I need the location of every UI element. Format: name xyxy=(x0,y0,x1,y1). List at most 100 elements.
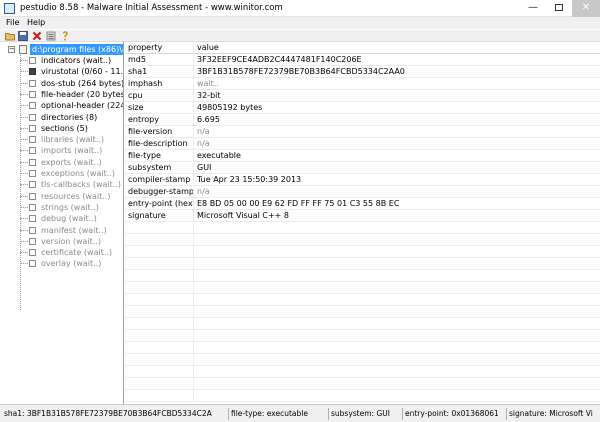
menu-file[interactable]: File xyxy=(6,18,19,27)
grid-row[interactable]: entry-point (hex) E8 BD 05 00 00 E9 62 FD… xyxy=(125,198,600,210)
property-grid[interactable]: property value md5 3F32EEF9CE4ADB2C444748… xyxy=(125,42,600,404)
menu-help[interactable]: Help xyxy=(27,18,45,27)
empty-row xyxy=(125,246,600,258)
tree-item-label[interactable]: optional-header (224 by xyxy=(41,100,123,111)
tree-item-label[interactable]: version (wait..) xyxy=(41,236,101,247)
tree-item-label[interactable]: debug (wait..) xyxy=(41,213,97,224)
empty-row xyxy=(125,366,600,378)
tree-item-label[interactable]: certificate (wait..) xyxy=(41,247,112,258)
grid-row[interactable]: entropy 6.695 xyxy=(125,114,600,126)
property-cell: file-description xyxy=(125,138,194,150)
tree-connector xyxy=(20,139,28,141)
tree-item-label[interactable]: resources (wait..) xyxy=(41,191,110,202)
property-cell xyxy=(125,246,194,258)
tree-item-label[interactable]: file-header (20 bytes) xyxy=(41,89,123,100)
property-cell xyxy=(125,234,194,246)
tree-root-label[interactable]: d:\program files (x86)\ado xyxy=(30,44,123,55)
tree-connector xyxy=(20,150,28,152)
tree-item-label[interactable]: dos-stub (264 bytes) xyxy=(41,78,123,89)
certificate-icon xyxy=(29,249,36,257)
column-header-property[interactable]: property xyxy=(125,42,194,54)
tree-connector xyxy=(20,116,28,118)
grid-row[interactable]: signature Microsoft Visual C++ 8 xyxy=(125,210,600,222)
tree-item-label[interactable]: virustotal (0/60 - 11.04.2 xyxy=(41,66,123,77)
tree-item-label[interactable]: libraries (wait..) xyxy=(41,134,104,145)
value-cell xyxy=(194,270,600,282)
tree-item-label[interactable]: imports (wait..) xyxy=(41,145,102,156)
minimize-button[interactable]: — xyxy=(520,0,546,17)
indicators-icon xyxy=(29,57,36,64)
delete-icon[interactable] xyxy=(32,31,42,41)
value-cell: 32-bit xyxy=(197,91,221,100)
empty-row xyxy=(125,342,600,354)
value-cell: executable xyxy=(197,151,241,160)
collapse-icon[interactable]: − xyxy=(8,46,15,53)
status-sha1: sha1: 3BF1B31B578FE72379BE70B3B64FCBD533… xyxy=(4,409,212,418)
value-cell: GUI xyxy=(197,163,212,172)
grid-row[interactable]: subsystem GUI xyxy=(125,162,600,174)
grid-row[interactable]: compiler-stamp Tue Apr 23 15:50:39 2013 xyxy=(125,174,600,186)
empty-row xyxy=(125,330,600,342)
grid-row[interactable]: size 49805192 bytes xyxy=(125,102,600,114)
property-cell xyxy=(125,282,194,294)
value-cell: n/a xyxy=(197,187,210,196)
property-cell xyxy=(125,354,194,366)
maximize-icon xyxy=(555,4,563,11)
column-header-value[interactable]: value xyxy=(194,42,600,54)
grid-row[interactable]: md5 3F32EEF9CE4ADB2C4447481F140C206E xyxy=(125,54,600,66)
property-cell xyxy=(125,294,194,306)
overlay-icon xyxy=(29,260,36,268)
tree-item-label[interactable]: indicators (wait..) xyxy=(41,55,111,66)
manifest-icon xyxy=(29,226,36,234)
open-icon[interactable] xyxy=(5,31,15,41)
maximize-button[interactable] xyxy=(546,0,572,17)
tree-item-label[interactable]: tls-callbacks (wait..) xyxy=(41,179,121,190)
grid-row[interactable]: file-version n/a xyxy=(125,126,600,138)
tree-pane[interactable]: − d:\program files (x86)\ado indicators … xyxy=(0,42,124,404)
property-cell xyxy=(125,306,194,318)
value-cell xyxy=(194,366,600,378)
tree-item-label[interactable]: sections (5) xyxy=(41,123,88,134)
tree-item-label[interactable]: directories (8) xyxy=(41,112,97,123)
debug-icon xyxy=(29,215,36,223)
save-icon[interactable] xyxy=(18,31,28,41)
grid-row[interactable]: file-type executable xyxy=(125,150,600,162)
version-icon xyxy=(29,237,36,245)
value-cell: 3BF1B31B578FE72379BE70B3B64FCBD5334C2AA0 xyxy=(197,67,405,76)
value-cell xyxy=(194,354,600,366)
property-cell xyxy=(125,378,194,390)
grid-row[interactable]: file-description n/a xyxy=(125,138,600,150)
tree-connector xyxy=(20,184,28,186)
empty-row xyxy=(125,294,600,306)
directories-icon xyxy=(29,113,36,121)
grid-row[interactable]: cpu 32-bit xyxy=(125,90,600,102)
help-icon[interactable] xyxy=(60,31,70,41)
exports-icon xyxy=(29,158,36,166)
property-cell: size xyxy=(125,102,194,114)
grid-header: property value xyxy=(125,42,600,54)
tree-item-label[interactable]: exports (wait..) xyxy=(41,157,102,168)
status-entry-point: entry-point: 0x01368061 xyxy=(405,409,499,418)
close-button[interactable]: ✕ xyxy=(572,0,600,17)
tree-item-label[interactable]: overlay (wait..) xyxy=(41,258,101,269)
grid-row[interactable]: sha1 3BF1B31B578FE72379BE70B3B64FCBD5334C… xyxy=(125,66,600,78)
tree-connector xyxy=(20,229,28,231)
tree-item-label[interactable]: exceptions (wait..) xyxy=(41,168,115,179)
tree-connector xyxy=(20,218,28,220)
status-divider xyxy=(328,408,329,420)
tree-connector xyxy=(20,206,28,208)
status-bar: sha1: 3BF1B31B578FE72379BE70B3B64FCBD533… xyxy=(0,404,600,422)
grid-row[interactable]: imphash wait.. xyxy=(125,78,600,90)
tree-item-label[interactable]: strings (wait..) xyxy=(41,202,99,213)
list-icon[interactable] xyxy=(46,31,56,41)
status-divider xyxy=(506,408,507,420)
tree-item-label[interactable]: manifest (wait..) xyxy=(41,225,107,236)
value-cell xyxy=(194,342,600,354)
optional-header-icon xyxy=(29,102,36,110)
grid-row[interactable]: debugger-stamp n/a xyxy=(125,186,600,198)
tree-connector xyxy=(20,127,28,129)
value-cell xyxy=(194,318,600,330)
dos-stub-icon xyxy=(29,79,36,87)
status-divider xyxy=(402,408,403,420)
value-cell xyxy=(194,234,600,246)
